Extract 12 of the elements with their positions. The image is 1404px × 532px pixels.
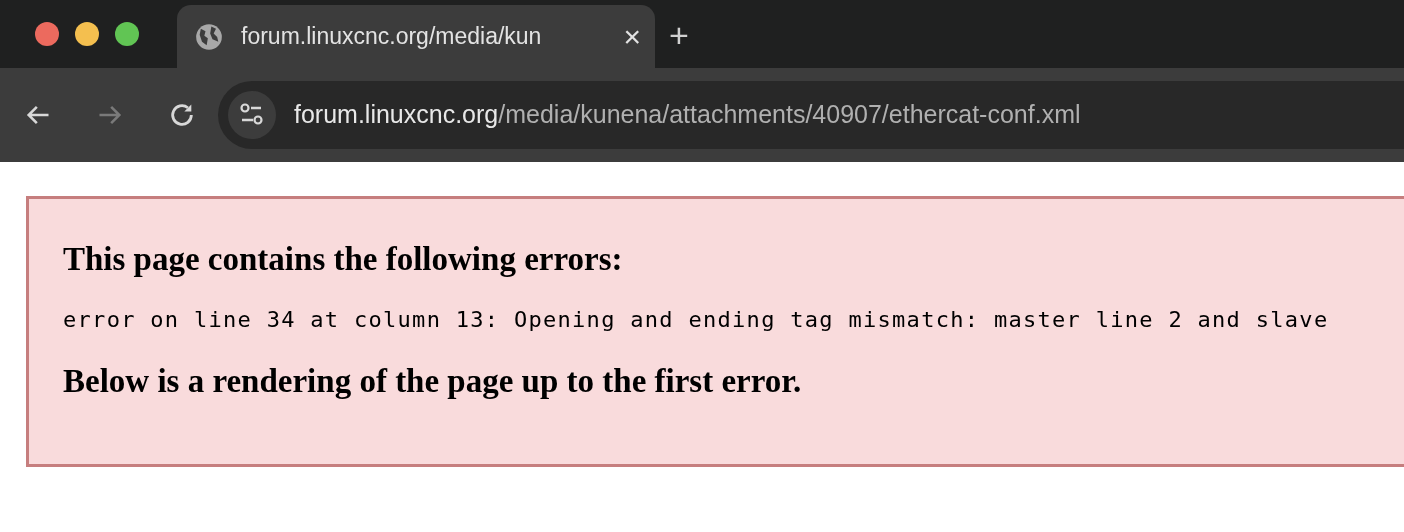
error-heading: This page contains the following errors: — [63, 240, 624, 279]
url-text: forum.linuxcnc.org/media/kunena/attachments/40907/ethercat-conf.xml — [294, 99, 1081, 131]
address-bar[interactable]: forum.linuxcnc.org/media/kunena/attachments/40907/ethercat-conf.xml — [218, 81, 1404, 149]
error-message: error on line 34 at column 13: Opening and ending tag mismatch: master line 2 and slave — [63, 306, 1330, 334]
error-footer: Below is a rendering of the page up to the first error. — [63, 361, 1404, 401]
site-settings-icon[interactable] — [228, 91, 276, 139]
reload-icon[interactable] — [168, 101, 196, 129]
browser-tab[interactable]: forum.linuxcnc.org/media/kun × — [177, 5, 655, 68]
globe-icon — [195, 22, 223, 51]
close-tab-button[interactable]: × — [623, 21, 641, 52]
new-tab-button[interactable]: + — [669, 18, 689, 52]
tab-title: forum.linuxcnc.org/media/kun — [241, 22, 543, 52]
